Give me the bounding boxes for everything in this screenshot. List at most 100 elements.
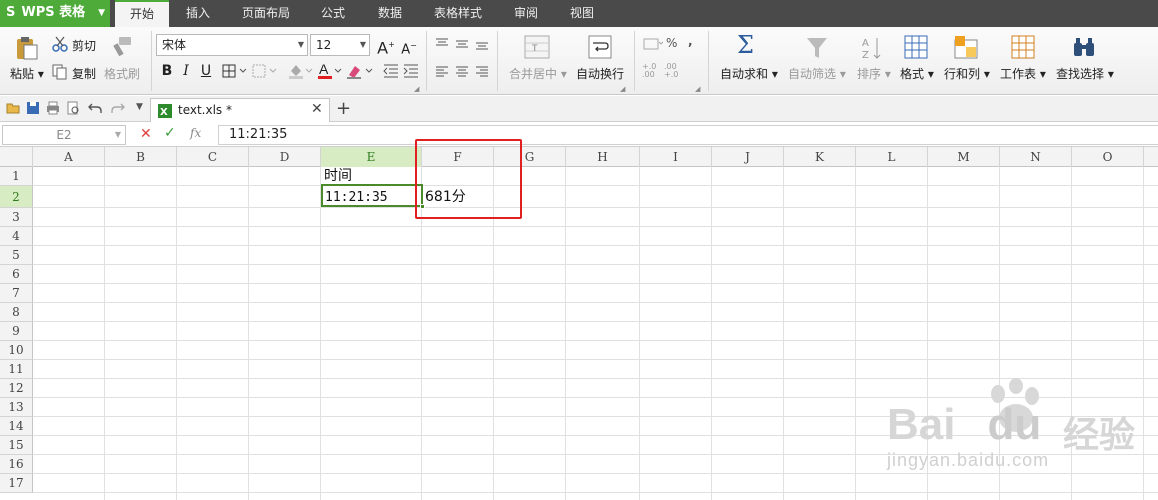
column-header-i[interactable]: I <box>640 147 712 167</box>
column-header-b[interactable]: B <box>105 147 177 167</box>
column-header-o[interactable]: O <box>1072 147 1144 167</box>
cell-e2[interactable]: 11:21:35 <box>325 188 388 207</box>
paste-button[interactable]: 粘贴 ▾ <box>10 65 44 82</box>
tab-view[interactable]: 视图 <box>558 0 606 27</box>
tab-data[interactable]: 数据 <box>366 0 414 27</box>
font-name-combo[interactable]: 宋体 ▼ <box>156 34 308 56</box>
autofilter-button[interactable]: 自动筛选 ▾ <box>788 65 846 82</box>
align-bottom-icon[interactable] <box>475 38 489 50</box>
align-top-icon[interactable] <box>435 38 449 50</box>
dialog-launcher-icon[interactable]: ◢ <box>414 85 419 93</box>
redo-icon[interactable] <box>111 101 125 115</box>
worksheet-icon[interactable] <box>1011 35 1035 59</box>
print-preview-icon[interactable] <box>66 101 80 115</box>
copy-button[interactable]: 复制 <box>72 65 96 82</box>
row-header-9[interactable]: 9 <box>0 322 33 341</box>
sigma-icon[interactable]: Σ <box>737 31 754 59</box>
fill-color-icon[interactable] <box>288 63 316 79</box>
decrease-indent-icon[interactable] <box>383 64 399 78</box>
rows-columns-icon[interactable] <box>954 35 978 59</box>
customize-toolbar-icon[interactable]: ▼ <box>136 102 143 112</box>
increase-indent-icon[interactable] <box>403 64 419 78</box>
sort-icon[interactable]: AZ <box>861 35 883 61</box>
tab-page-layout[interactable]: 页面布局 <box>232 0 300 27</box>
row-header-3[interactable]: 3 <box>0 208 33 227</box>
new-tab-button[interactable]: + <box>336 98 351 119</box>
tab-table-style[interactable]: 表格样式 <box>424 0 492 27</box>
tab-insert[interactable]: 插入 <box>174 0 222 27</box>
paste-icon[interactable] <box>14 35 40 61</box>
format-painter-button[interactable]: 格式刷 <box>104 65 140 82</box>
row-header-13[interactable]: 13 <box>0 398 33 417</box>
increase-decimal-button[interactable]: +.0 .00 <box>642 63 662 79</box>
close-icon[interactable]: ✕ <box>311 101 323 117</box>
cancel-edit-icon[interactable]: ✕ <box>140 126 152 142</box>
bold-button[interactable]: B <box>158 61 176 81</box>
percent-button[interactable]: % <box>666 36 677 50</box>
row-header-14[interactable]: 14 <box>0 417 33 436</box>
column-header-a[interactable]: A <box>33 147 105 167</box>
print-icon[interactable] <box>46 101 60 115</box>
row-header-15[interactable]: 15 <box>0 436 33 455</box>
autosum-button[interactable]: 自动求和 ▾ <box>720 65 778 82</box>
name-box[interactable]: E2 ▼ <box>2 125 126 145</box>
column-header-e[interactable]: E <box>321 147 422 167</box>
undo-icon[interactable] <box>88 101 102 115</box>
copy-icon[interactable] <box>52 64 68 80</box>
row-header-8[interactable]: 8 <box>0 303 33 322</box>
worksheet-button[interactable]: 工作表 ▾ <box>1000 65 1046 82</box>
column-header-k[interactable]: K <box>784 147 856 167</box>
align-left-icon[interactable] <box>435 66 449 78</box>
font-color-icon[interactable]: A <box>317 62 345 80</box>
format-painter-icon[interactable] <box>112 35 134 57</box>
format-button[interactable]: 格式 ▾ <box>900 65 934 82</box>
row-header-2[interactable]: 2 <box>0 186 33 208</box>
wrap-text-icon[interactable] <box>588 35 612 59</box>
row-header-1[interactable]: 1 <box>0 167 33 186</box>
clear-format-icon[interactable] <box>346 63 376 79</box>
merge-center-icon[interactable]: T <box>524 35 550 59</box>
column-header-j[interactable]: J <box>712 147 784 167</box>
formula-input[interactable]: 11:21:35 <box>218 125 1158 145</box>
find-select-button[interactable]: 查找选择 ▾ <box>1056 65 1114 82</box>
grow-font-button[interactable]: A+ <box>377 35 395 57</box>
save-icon[interactable] <box>26 101 40 115</box>
confirm-edit-icon[interactable]: ✓ <box>164 125 176 141</box>
row-header-4[interactable]: 4 <box>0 227 33 246</box>
align-right-icon[interactable] <box>475 66 489 78</box>
row-header-17[interactable]: 17 <box>0 474 33 493</box>
cut-button[interactable]: 剪切 <box>72 37 96 54</box>
wrap-text-button[interactable]: 自动换行 <box>576 65 624 82</box>
underline-button[interactable]: U <box>197 61 215 81</box>
row-header-12[interactable]: 12 <box>0 379 33 398</box>
column-header-d[interactable]: D <box>249 147 321 167</box>
decrease-decimal-button[interactable]: .00 +.0 <box>664 63 684 79</box>
tab-review[interactable]: 审阅 <box>502 0 550 27</box>
rows-columns-button[interactable]: 行和列 ▾ <box>944 65 990 82</box>
insert-function-button[interactable]: fx <box>190 126 201 140</box>
column-header-c[interactable]: C <box>177 147 249 167</box>
merge-center-button[interactable]: 合并居中 ▾ <box>509 65 567 82</box>
italic-button[interactable]: I <box>177 61 195 81</box>
cell-style-icon[interactable] <box>252 64 280 78</box>
filter-icon[interactable] <box>806 36 828 60</box>
document-tab[interactable]: X text.xls * ✕ <box>150 98 330 122</box>
open-folder-icon[interactable] <box>6 101 20 115</box>
currency-icon[interactable] <box>643 37 663 51</box>
align-middle-icon[interactable] <box>455 38 469 50</box>
column-header-n[interactable]: N <box>1000 147 1072 167</box>
row-header-16[interactable]: 16 <box>0 455 33 474</box>
row-header-11[interactable]: 11 <box>0 360 33 379</box>
row-header-6[interactable]: 6 <box>0 265 33 284</box>
row-header-7[interactable]: 7 <box>0 284 33 303</box>
dialog-launcher-icon[interactable]: ◢ <box>695 85 700 93</box>
align-center-icon[interactable] <box>455 66 469 78</box>
format-cells-icon[interactable] <box>904 35 928 59</box>
select-all-corner[interactable] <box>0 147 33 167</box>
shrink-font-button[interactable]: A− <box>400 36 418 57</box>
dialog-launcher-icon[interactable]: ◢ <box>620 85 625 93</box>
tab-home[interactable]: 开始 <box>115 0 169 27</box>
comma-style-button[interactable]: , <box>688 34 693 48</box>
row-header-5[interactable]: 5 <box>0 246 33 265</box>
font-size-combo[interactable]: 12 ▼ <box>310 34 370 56</box>
